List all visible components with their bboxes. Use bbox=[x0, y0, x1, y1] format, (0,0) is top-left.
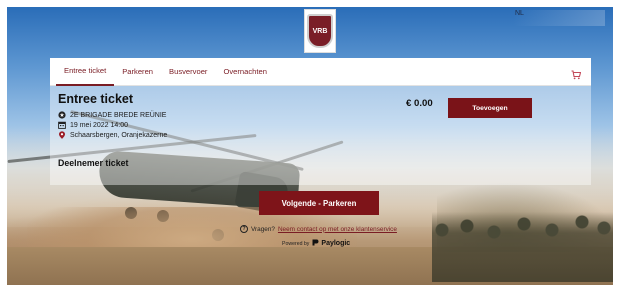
paylogic-brand-name: Paylogic bbox=[321, 240, 351, 247]
tab-overnachten[interactable]: Overnachten bbox=[215, 58, 274, 86]
contact-support-link[interactable]: Neem contact op met onze klantenservice bbox=[278, 226, 397, 233]
next-parking-button[interactable]: Volgende - Parkeren bbox=[259, 191, 379, 215]
vrb-logo: VRB bbox=[304, 9, 336, 53]
help-question: Vragen? bbox=[251, 225, 275, 233]
question-circle-icon: ? bbox=[240, 225, 248, 233]
cart-icon[interactable] bbox=[571, 67, 582, 80]
paylogic-brand: Paylogic bbox=[312, 239, 350, 248]
event-datetime: 19 mei 2022 14:00 bbox=[70, 121, 128, 129]
paylogic-logo-icon bbox=[312, 239, 319, 248]
soldiers-silhouette bbox=[432, 212, 613, 282]
event-location-row: Schaarsbergen, Oranjekazerne bbox=[58, 130, 583, 140]
help-line: ? Vragen? Neem contact op met onze klant… bbox=[240, 225, 397, 233]
tab-entree-ticket[interactable]: Entree ticket bbox=[56, 58, 115, 86]
powered-by-label: Powered by bbox=[282, 240, 310, 247]
tab-parkeren[interactable]: Parkeren bbox=[114, 58, 161, 86]
map-pin-icon bbox=[58, 131, 66, 139]
ticket-card: Entree ticket Parkeren Busvervoer Overna… bbox=[50, 58, 591, 185]
logo-text: VRB bbox=[312, 27, 328, 35]
star-circle-icon bbox=[58, 111, 66, 119]
vrb-shield-icon: VRB bbox=[307, 14, 333, 48]
event-date-row: 19 mei 2022 14:00 bbox=[58, 120, 583, 130]
tab-bar: Entree ticket Parkeren Busvervoer Overna… bbox=[50, 58, 591, 86]
powered-by: Powered by Paylogic bbox=[282, 239, 350, 248]
calendar-icon bbox=[58, 121, 66, 129]
language-label: NL bbox=[515, 10, 524, 17]
language-selector[interactable]: NL bbox=[513, 10, 605, 26]
ticket-price: € 0.00 bbox=[406, 98, 433, 109]
event-name: 2E BRIGADE BREDE REÜNIE bbox=[70, 111, 167, 119]
add-ticket-button[interactable]: Toevoegen bbox=[448, 98, 532, 118]
ticket-type-label: Deelnemer ticket bbox=[58, 158, 129, 168]
event-location: Schaarsbergen, Oranjekazerne bbox=[70, 131, 168, 139]
tab-busvervoer[interactable]: Busvervoer bbox=[161, 58, 215, 86]
